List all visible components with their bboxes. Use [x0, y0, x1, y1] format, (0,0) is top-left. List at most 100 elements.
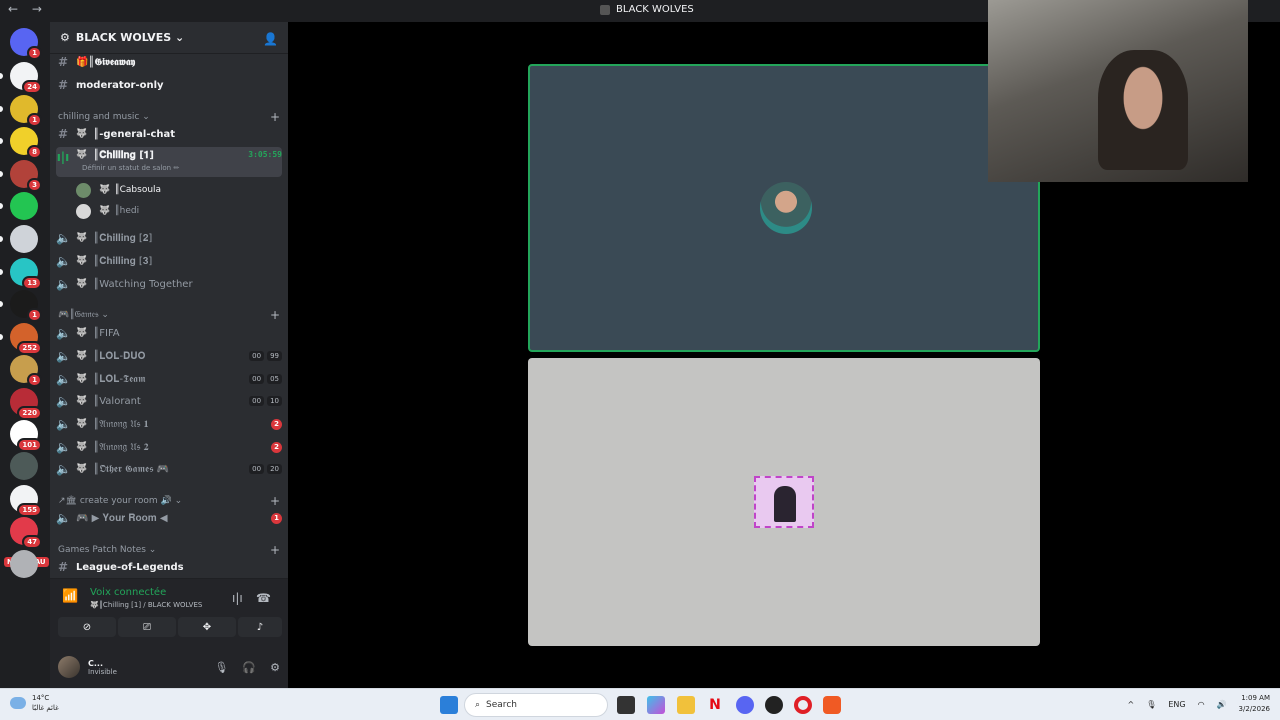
soundboard-button[interactable]: ♪ [238, 617, 282, 637]
back-button[interactable]: ← [8, 2, 18, 16]
windows-taskbar: 14°C غائم غالبًا ⌕ Search N ^ 🎙 ENG ◠ 🔊 … [0, 688, 1280, 720]
search-icon: ⌕ [475, 700, 481, 710]
server-icon[interactable]: 220 [10, 388, 42, 420]
weather-widget[interactable]: 14°C غائم غالبًا [10, 693, 59, 713]
activities-button[interactable]: ✥ [178, 617, 236, 637]
server-icon[interactable] [10, 550, 38, 578]
settings-gear-icon[interactable]: ⚙ [270, 661, 280, 674]
voice-channel-link[interactable]: 🐺║Chilling [1] / BLACK WOLVES [90, 601, 202, 609]
microphone-tray-icon[interactable]: 🎙 [1146, 700, 1156, 709]
forward-button[interactable]: → [32, 2, 42, 16]
add-channel-icon[interactable]: + [270, 110, 280, 124]
channel-league-of-legends[interactable]: # League-of-Legends [56, 557, 282, 577]
category-chilling[interactable]: chilling and music ⌄ + [58, 110, 280, 124]
user-panel: C... Invisible 🎙 🎧 ⚙ [50, 646, 288, 688]
category-patch-notes[interactable]: Games Patch Notes ⌄ + [58, 543, 280, 557]
channel-fifa[interactable]: 🔈 🐺 ║FIFA [56, 323, 282, 343]
user-count: 00 [249, 396, 265, 406]
start-icon[interactable] [440, 696, 458, 714]
add-channel-icon[interactable]: + [270, 494, 280, 508]
app-icon[interactable] [765, 696, 783, 714]
server-icon[interactable]: 1 [10, 355, 42, 387]
server-icon[interactable]: 3 [10, 160, 42, 192]
wolf-icon: 🐺 [76, 442, 88, 452]
channel-watching-together[interactable]: 🔈 🐺 ║Watching Together [56, 274, 282, 294]
headphones-icon[interactable]: 🎧 [242, 661, 256, 674]
category-label: Games Patch Notes ⌄ [58, 545, 157, 555]
channel-giveaway[interactable]: # 🎁║𝕲𝖎𝖛𝖊𝖆𝖜𝖆𝖞 [56, 52, 282, 72]
participant-tile-speaking[interactable] [528, 64, 1040, 352]
channel-moderator-only[interactable]: # moderator-only [56, 75, 282, 95]
server-icon[interactable]: 13 [10, 258, 42, 290]
user-info[interactable]: C... Invisible [88, 659, 117, 676]
camera-off-button[interactable]: ⊘ [58, 617, 116, 637]
channel-your-room[interactable]: 🔈 🎮 ▶ 𝐘𝐨𝐮𝐫 𝐑𝐨𝐨𝐦 ◀ 1 [56, 508, 282, 528]
volume-icon[interactable]: 🔊 [1217, 700, 1227, 709]
clock[interactable]: 1:09 AM 3/2/2026 [1239, 693, 1270, 715]
server-icon[interactable] [10, 225, 38, 253]
voice-member[interactable]: 🐺 ║Cabsoula [76, 181, 276, 199]
disconnect-icon[interactable]: ☎ [256, 591, 271, 605]
server-header[interactable]: ⚙ BLACK WOLVES ⌄ 👤 [50, 22, 288, 54]
unread-pip [0, 73, 3, 79]
set-status-link[interactable]: Définir un statut de salon ✏ [82, 164, 179, 172]
netflix-icon[interactable]: N [706, 696, 724, 714]
channel-among-us-1[interactable]: 🔈 🐺 ║𝔄𝔪𝔬𝔫𝔤 𝔘𝔰 𝟏 2 [56, 414, 282, 434]
channel-general-chat[interactable]: # 🐺 ║-general-chat [56, 124, 282, 144]
direct-messages-icon[interactable]: 1 [10, 28, 42, 60]
opera-icon[interactable] [794, 696, 812, 714]
window-title: BLACK WOLVES [600, 4, 694, 15]
taskbar-search[interactable]: ⌕ Search [464, 693, 608, 717]
add-channel-icon[interactable]: + [270, 543, 280, 557]
voice-stage [288, 0, 1280, 688]
unread-badge: 13 [22, 276, 42, 290]
share-screen-button[interactable]: ⎚ [118, 617, 176, 637]
file-explorer-icon[interactable] [677, 696, 695, 714]
channel-chilling-1[interactable]: ı|ı 🐺 ║𝐂𝐡𝐢𝐥𝐥𝐢𝐧𝐠 [𝟏] 3:05:59 Définir un st… [56, 147, 282, 177]
category-games[interactable]: 🎮║𝔊𝔞𝔪𝔢𝔰 ⌄ + [58, 308, 280, 322]
channel-label: ║FIFA [93, 327, 120, 339]
server-icon[interactable]: 1 [10, 290, 42, 322]
server-icon[interactable]: 101 [10, 420, 42, 452]
server-icon[interactable]: 47 [10, 517, 42, 549]
category-create-room[interactable]: ↗🏛 create your room 🔊 ⌄ + [58, 494, 280, 508]
server-icon[interactable] [10, 192, 38, 220]
channel-lol-duo[interactable]: 🔈 🐺 ║𝐋𝐎𝐋-𝐃𝐔𝐎 00 99 [56, 346, 282, 366]
channel-among-us-2[interactable]: 🔈 🐺 ║𝔄𝔪𝔬𝔫𝔤 𝔘𝔰 𝟐 2 [56, 437, 282, 457]
server-icon[interactable]: 1 [10, 95, 42, 127]
webcam-person [1098, 50, 1188, 170]
user-avatar[interactable] [58, 656, 80, 678]
server-icon[interactable]: 8 [10, 127, 42, 159]
discord-icon[interactable] [736, 696, 754, 714]
mention-badge: 2 [271, 418, 282, 430]
chevron-up-icon[interactable]: ^ [1127, 700, 1134, 709]
participant-tile[interactable] [528, 358, 1040, 646]
nav-buttons: ← → [8, 2, 52, 16]
voice-member[interactable]: 🐺 ║hedi [76, 202, 276, 220]
channel-other-games[interactable]: 🔈 🐺 ║𝕺𝖙𝖍𝖊𝖗 𝕲𝖆𝖒𝖊𝖘 🎮 00 20 [56, 459, 282, 479]
server-icon[interactable]: 252 [10, 323, 42, 355]
channel-lol-team[interactable]: 🔈 🐺 ║𝐋𝐎𝐋-𝕿𝖊𝖆𝖒 00 05 [56, 369, 282, 389]
channel-chilling-2[interactable]: 🔈 🐺 ║𝐂𝐡𝐢𝐥𝐥𝐢𝐧𝐠 [𝟐] [56, 228, 282, 248]
server-icon[interactable]: 155 [10, 485, 42, 517]
channel-valorant[interactable]: 🔈 🐺 ║Valorant 00 10 [56, 391, 282, 411]
wifi-icon[interactable]: ◠ [1198, 700, 1205, 709]
channel-chilling-3[interactable]: 🔈 🐺 ║𝐂𝐡𝐢𝐥𝐥𝐢𝐧𝐠 [𝟑] [56, 251, 282, 271]
text-channel-icon: # [57, 78, 69, 92]
invite-icon[interactable]: 👤 [263, 32, 278, 46]
unread-badge: 155 [17, 503, 42, 517]
language-indicator[interactable]: ENG [1168, 700, 1185, 709]
user-count: 00 [249, 351, 265, 361]
unread-pip [0, 269, 3, 275]
voice-activity-icon: ı|ı [56, 150, 70, 164]
webcam-overlay [988, 0, 1248, 182]
microphone-icon[interactable]: 🎙 [214, 661, 228, 674]
task-view-icon[interactable] [617, 696, 635, 714]
brave-icon[interactable] [823, 696, 841, 714]
copilot-icon[interactable] [647, 696, 665, 714]
add-channel-icon[interactable]: + [270, 308, 280, 322]
server-icon[interactable] [10, 452, 38, 480]
noise-suppression-icon[interactable]: ı|ı [232, 591, 243, 605]
server-icon[interactable]: 24 [10, 62, 42, 94]
unread-badge: 1 [27, 373, 42, 387]
